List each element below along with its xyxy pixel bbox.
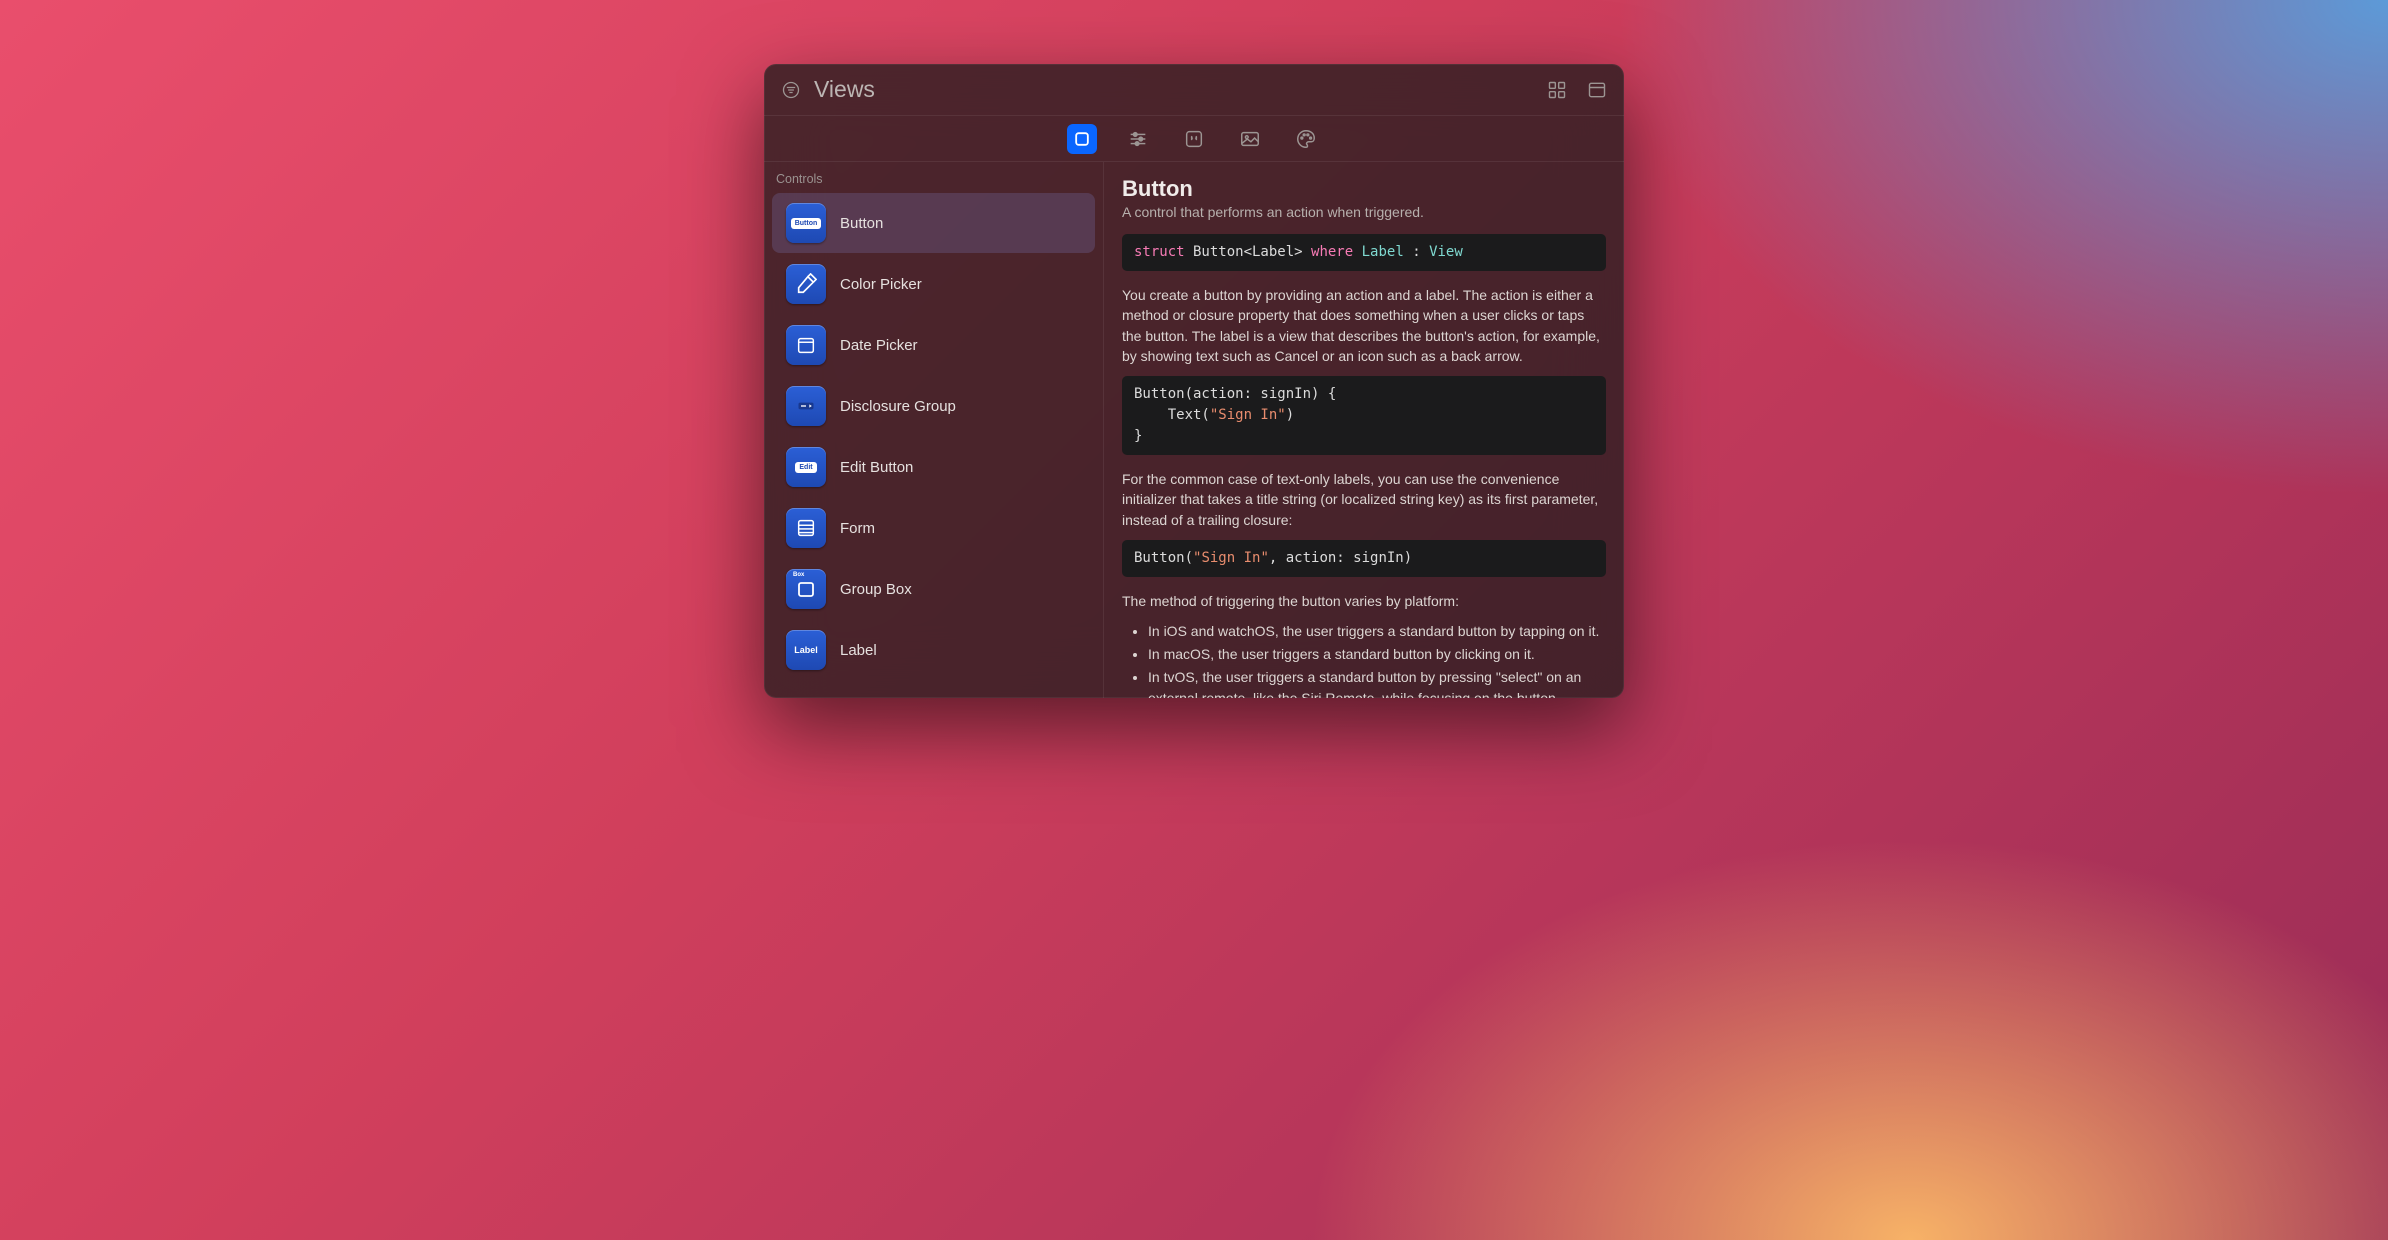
section-header: Controls — [764, 162, 1103, 192]
example-code-1: Button(action: signIn) { Text("Sign In")… — [1122, 376, 1606, 455]
sidebar-item-edit-button[interactable]: Edit Edit Button — [772, 437, 1095, 497]
disclosure-group-icon — [786, 386, 826, 426]
tab-views[interactable] — [1067, 124, 1097, 154]
sidebar-item-form[interactable]: Form — [772, 498, 1095, 558]
detail-pane[interactable]: Button A control that performs an action… — [1104, 162, 1624, 698]
list-item: In tvOS, the user triggers a standard bu… — [1148, 667, 1606, 698]
library-window: Controls Button Button Color Picker — [764, 64, 1624, 698]
sidebar[interactable]: Controls Button Button Color Picker — [764, 162, 1104, 698]
form-icon — [786, 508, 826, 548]
platform-list: In iOS and watchOS, the user triggers a … — [1122, 621, 1606, 698]
titlebar-right — [1546, 79, 1608, 101]
sidebar-item-label: Edit Button — [840, 459, 913, 476]
search-input[interactable] — [814, 76, 1546, 103]
example-code-2: Button("Sign In", action: signIn) — [1122, 540, 1606, 577]
sidebar-item-label: Label — [840, 642, 877, 659]
sidebar-item-label: Color Picker — [840, 276, 922, 293]
tab-snippets[interactable] — [1179, 124, 1209, 154]
button-icon: Button — [786, 203, 826, 243]
group-box-icon: Box — [786, 569, 826, 609]
tab-media[interactable] — [1235, 124, 1265, 154]
window-body: Controls Button Button Color Picker — [764, 162, 1624, 698]
sidebar-item-date-picker[interactable]: Date Picker — [772, 315, 1095, 375]
sidebar-item-label: Form — [840, 520, 875, 537]
sidebar-item-disclosure-group[interactable]: Disclosure Group — [772, 376, 1095, 436]
sidebar-item-group-box[interactable]: Box Group Box — [772, 559, 1095, 619]
detail-title: Button — [1122, 176, 1606, 202]
sidebar-item-color-picker[interactable]: Color Picker — [772, 254, 1095, 314]
detail-paragraph: You create a button by providing an acti… — [1122, 285, 1606, 366]
edit-button-icon: Edit — [786, 447, 826, 487]
sidebar-item-label: Date Picker — [840, 337, 918, 354]
tab-colors[interactable] — [1291, 124, 1321, 154]
category-tabs — [764, 116, 1624, 162]
detail-subtitle: A control that performs an action when t… — [1122, 204, 1606, 220]
detail-paragraph: For the common case of text-only labels,… — [1122, 469, 1606, 530]
list-item: In macOS, the user triggers a standard b… — [1148, 644, 1606, 665]
titlebar — [764, 64, 1624, 116]
tab-modifiers[interactable] — [1123, 124, 1153, 154]
sidebar-item-button[interactable]: Button Button — [772, 193, 1095, 253]
grid-view-icon[interactable] — [1546, 79, 1568, 101]
filter-icon[interactable] — [780, 79, 802, 101]
list-item: In iOS and watchOS, the user triggers a … — [1148, 621, 1606, 642]
label-icon: Label — [786, 630, 826, 670]
sidebar-item-label: Group Box — [840, 581, 912, 598]
color-picker-icon — [786, 264, 826, 304]
sidebar-item-label: Button — [840, 215, 883, 232]
declaration-code: struct Button<Label> where Label : View — [1122, 234, 1606, 271]
sidebar-item-label[interactable]: Label Label — [772, 620, 1095, 680]
sidebar-item-label: Disclosure Group — [840, 398, 956, 415]
date-picker-icon — [786, 325, 826, 365]
detail-paragraph: The method of triggering the button vari… — [1122, 591, 1606, 611]
list-view-icon[interactable] — [1586, 79, 1608, 101]
